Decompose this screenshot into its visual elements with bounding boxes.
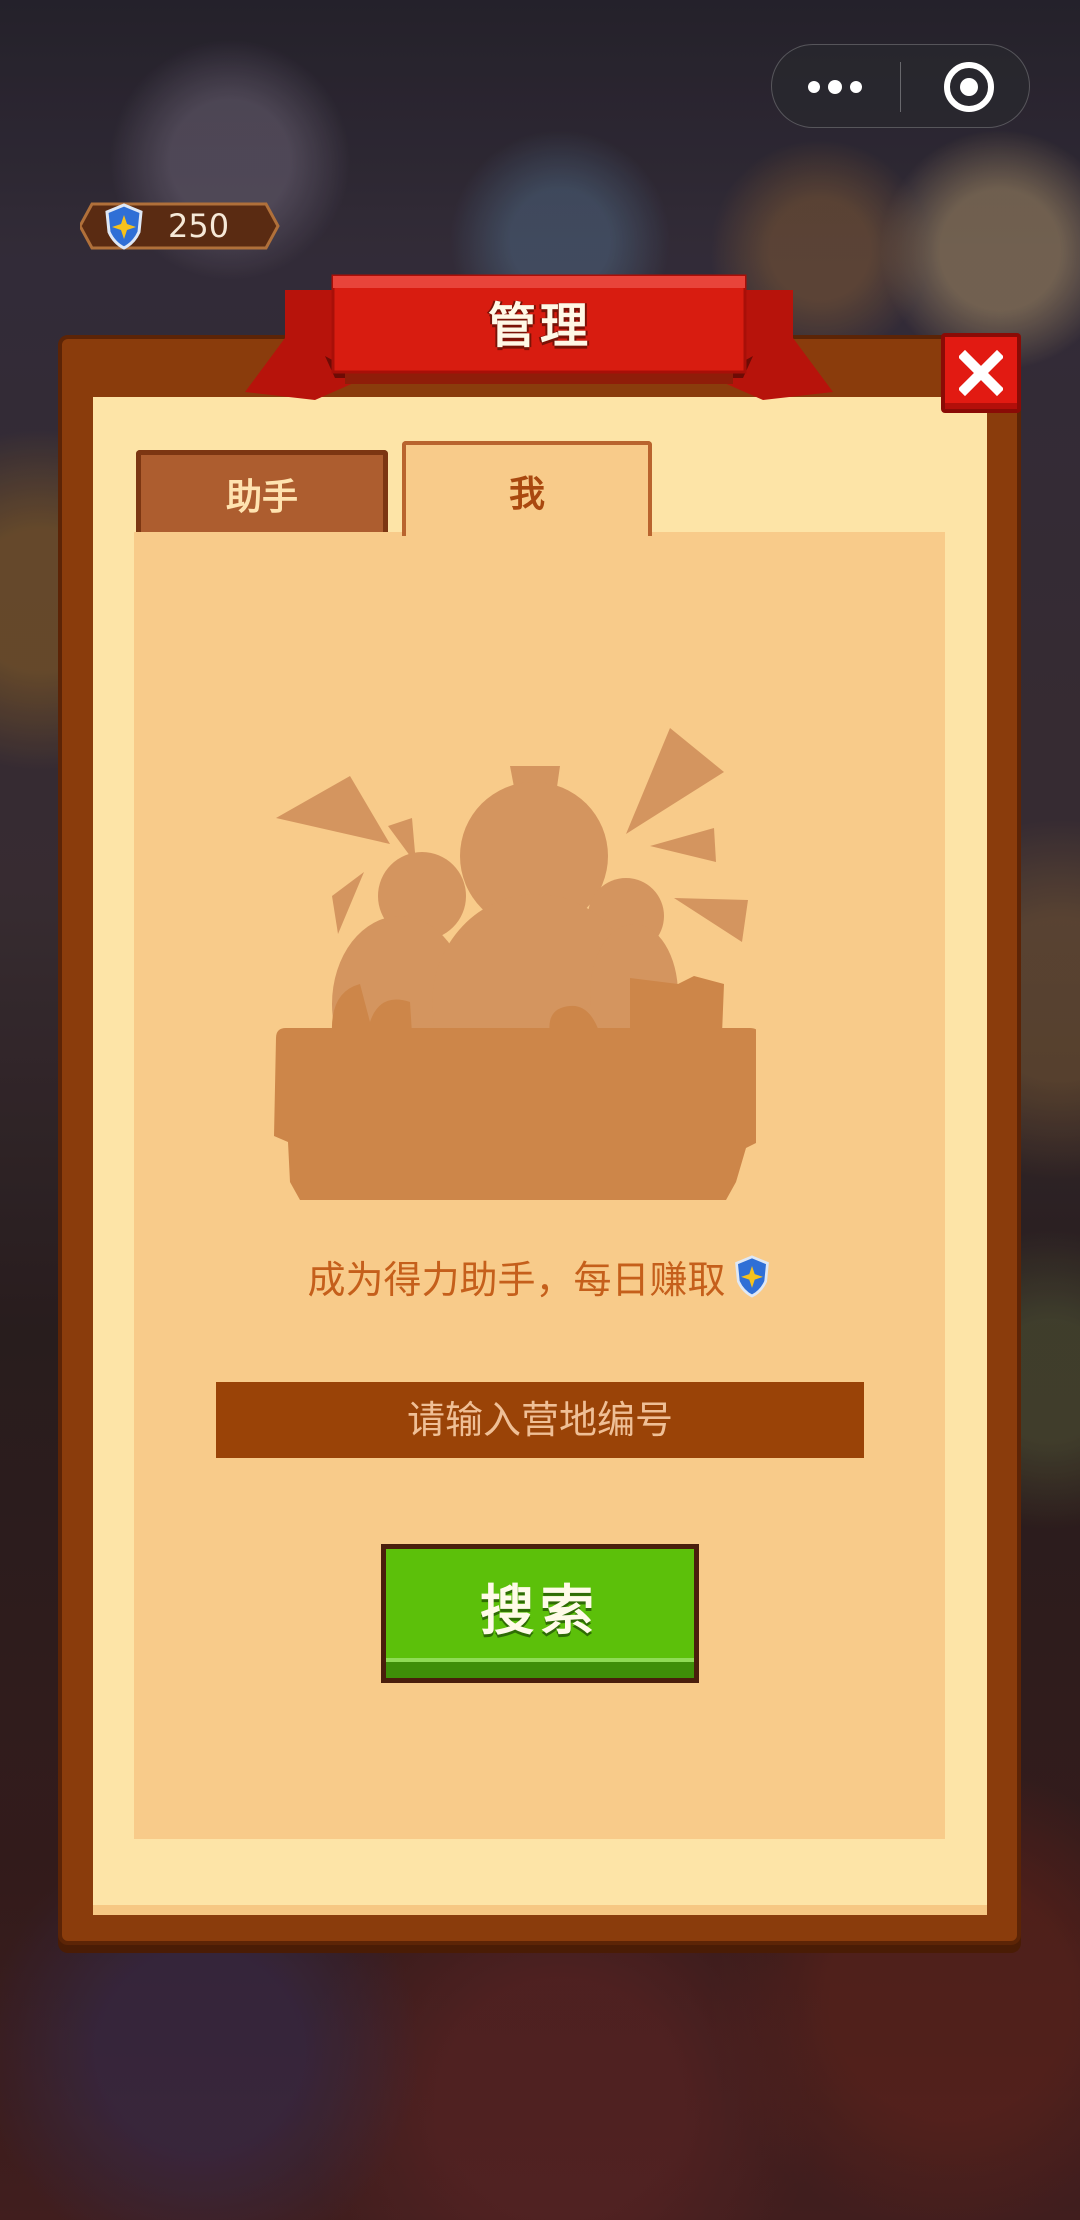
- target-circle-icon[interactable]: [944, 62, 994, 112]
- shield-star-icon: [734, 1255, 769, 1298]
- shield-star-icon: [105, 203, 143, 250]
- close-x-icon: [959, 349, 1003, 397]
- miniprogram-capsule: [771, 44, 1030, 128]
- earn-prompt-text: 成为得力助手，每日赚取: [307, 1257, 726, 1302]
- search-button[interactable]: 搜索: [381, 1544, 699, 1683]
- empty-camp-silhouette: [274, 728, 756, 1200]
- dialog-title: 管理: [487, 298, 592, 354]
- close-button[interactable]: [941, 333, 1021, 413]
- more-dots-icon[interactable]: [808, 45, 904, 129]
- earn-prompt: 成为得力助手，每日赚取: [134, 1248, 945, 1304]
- capsule-divider: [900, 62, 901, 112]
- tab-assistant[interactable]: 助手: [136, 450, 388, 532]
- tab-me[interactable]: 我: [402, 441, 652, 536]
- currency-amount: 250: [168, 207, 230, 245]
- currency-counter: 250: [80, 202, 280, 250]
- camp-id-input[interactable]: [216, 1382, 864, 1458]
